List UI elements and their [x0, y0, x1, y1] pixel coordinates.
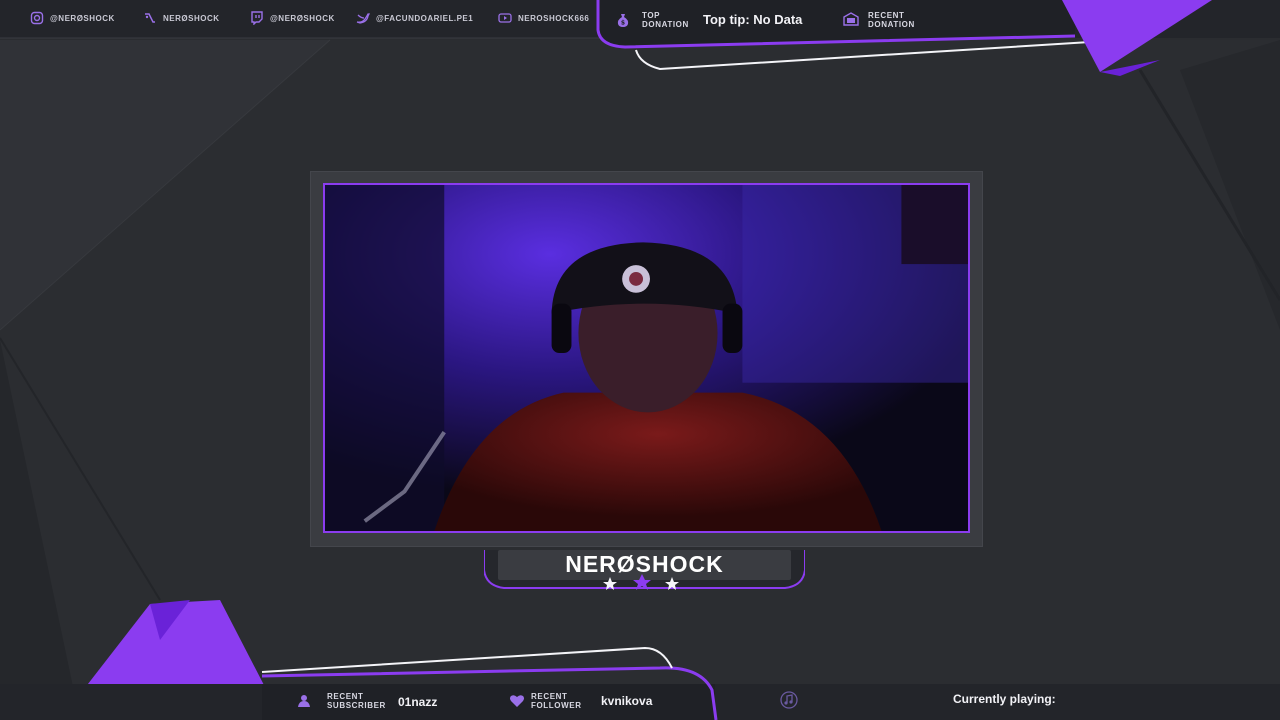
social-label: NERØSHOCK [163, 13, 220, 23]
social-label: @NERØSHOCK [50, 13, 115, 23]
top-bar: @NERØSHOCK NERØSHOCK @NERØSHOCK @FACUNDO… [0, 0, 1280, 38]
youtube-icon [498, 11, 512, 25]
heart-icon [509, 694, 525, 708]
channel-name: NERØSHOCK [565, 551, 724, 577]
top-donation-label-line1: TOP [642, 11, 661, 20]
recent-follower-value: kvnikova [601, 694, 653, 708]
social-instagram[interactable]: @NERØSHOCK [30, 10, 115, 26]
channel-nameplate: NERØSHOCK [484, 548, 805, 592]
recent-follower-label-line2: FOLLOWER [531, 701, 582, 710]
social-twitch[interactable]: @NERØSHOCK [250, 10, 335, 26]
recent-follower-label: RECENT FOLLOWER [531, 692, 582, 710]
social-voice[interactable]: NERØSHOCK [143, 10, 220, 26]
recent-subscriber-label-line2: SUBSCRIBER [327, 701, 386, 710]
moneybag-icon: $ [616, 12, 630, 28]
twitter-icon [356, 11, 370, 25]
recent-subscriber-label: RECENT SUBSCRIBER [327, 692, 386, 710]
top-donation-label: TOP DONATION [642, 11, 689, 29]
subscriber-icon [297, 694, 311, 708]
top-donation-label-line2: DONATION [642, 20, 689, 29]
social-twitter[interactable]: @FACUNDOARIEL.PE1 [356, 10, 473, 26]
recent-donation-label-line2: DONATION [868, 20, 915, 29]
social-youtube[interactable]: NEROSHOCK666 [498, 10, 589, 26]
music-icon [780, 691, 798, 709]
instagram-icon [30, 11, 44, 25]
recent-donation-label-line1: RECENT [868, 11, 905, 20]
cash-icon [843, 12, 859, 26]
social-label: NEROSHOCK666 [518, 13, 590, 23]
recent-subscriber-value: 01nazz [398, 695, 438, 709]
top-donation-value: Top tip: No Data [703, 12, 803, 27]
webcam-feed [323, 183, 970, 533]
recent-subscriber-label-line1: RECENT [327, 692, 364, 701]
recent-follower-label-line1: RECENT [531, 692, 568, 701]
twitch-icon [250, 11, 264, 25]
recent-donation-label: RECENT DONATION [868, 11, 915, 29]
svg-text:$: $ [621, 20, 625, 27]
social-label: @NERØSHOCK [270, 13, 335, 23]
currently-playing-label: Currently playing: [953, 692, 1056, 706]
social-label: @FACUNDOARIEL.PE1 [376, 13, 474, 23]
voice-icon [143, 11, 157, 25]
